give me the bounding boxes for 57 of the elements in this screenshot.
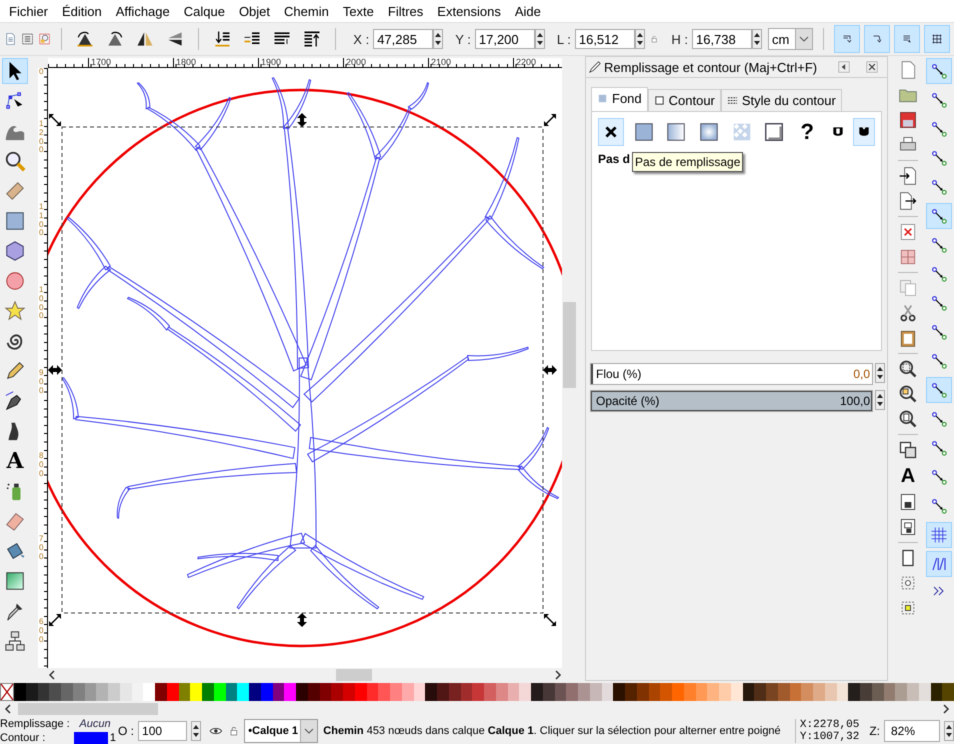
ruler-label: 700 — [39, 534, 44, 561]
ruler-label: 1900 — [258, 58, 343, 67]
fill-label: Remplissage : — [0, 718, 71, 730]
status-message: Chemin 453 nœuds dans calque Calque 1. Cliquer sur la sélection pour alterner entre poigné — [323, 724, 782, 736]
menu-item[interactable]: Calque — [176, 4, 232, 18]
layer-dropdown[interactable]: •Calque 1 — [244, 718, 318, 742]
tooltip: Pas de remplissage — [632, 152, 744, 172]
menu-item[interactable]: Extensions — [430, 4, 508, 18]
field-label: L : — [556, 32, 571, 46]
zoom-field[interactable]: 82% — [884, 720, 940, 742]
number-field[interactable]: 47,285 — [373, 29, 434, 49]
text-glyph[interactable]: A — [900, 465, 916, 487]
ruler-label: 900 — [39, 368, 44, 395]
text-tool[interactable]: A — [2, 448, 28, 474]
ruler-label: 600 — [39, 617, 44, 644]
unit-dropdown[interactable]: cm — [768, 28, 814, 50]
blur-slider[interactable]: Flou (%) 0,0 — [590, 363, 873, 385]
menu-item[interactable]: Aide — [508, 4, 548, 18]
menu-item[interactable]: Affichage — [108, 4, 177, 18]
opacity-field[interactable]: 100 — [138, 720, 188, 740]
panel-title: Remplissage et contour (Maj+Ctrl+F) — [604, 60, 818, 74]
ruler-label: 0 — [39, 67, 44, 76]
opacity-slider[interactable]: Opacité (%) 100,0 — [590, 390, 873, 412]
menu-item[interactable]: Objet — [232, 4, 278, 18]
coord-value: 2278,05 — [813, 718, 860, 730]
number-field[interactable]: 16,738 — [692, 29, 752, 49]
tab[interactable]: Style du contour — [720, 89, 842, 111]
field-label: X : — [353, 32, 370, 46]
opacity-label: O : — [118, 724, 134, 738]
number-field[interactable]: 16,512 — [574, 29, 635, 49]
ruler-label: 2000 — [343, 58, 428, 67]
ruler-label: 2100 — [428, 58, 513, 67]
coord-value: 1007,32 — [813, 730, 860, 742]
coord-label: Y: — [800, 730, 814, 742]
ruler-label: 1800 — [173, 58, 258, 67]
stroke-label: Contour : — [0, 732, 46, 744]
menu-item[interactable]: Édition — [55, 4, 109, 18]
menu-item[interactable]: Fichier — [2, 4, 56, 18]
coord-label: X: — [800, 718, 814, 730]
ruler-label: 1200 — [39, 119, 44, 154]
tab[interactable]: Fond — [591, 87, 648, 111]
ruler-label: 1700 — [88, 58, 173, 67]
stroke-width: 1 — [110, 732, 116, 744]
ruler-label: 1100 — [39, 202, 44, 238]
tab[interactable]: Contour — [648, 89, 721, 111]
menu-item[interactable]: Texte — [336, 4, 381, 18]
field-label: H : — [671, 32, 688, 46]
zoom-label: Z: — [869, 724, 880, 738]
fill-value: Aucun — [78, 718, 112, 730]
field-label: Y : — [455, 32, 471, 46]
ruler-label: 1000 — [39, 285, 44, 320]
ruler-label: 800 — [39, 451, 44, 478]
unset-paint-button[interactable]: ? — [794, 118, 820, 146]
paint-mode-label: Pas d — [598, 152, 630, 166]
menu-item[interactable]: Chemin — [277, 4, 336, 18]
menu-item[interactable]: Filtres — [380, 4, 430, 18]
number-field[interactable]: 17,200 — [474, 29, 535, 49]
